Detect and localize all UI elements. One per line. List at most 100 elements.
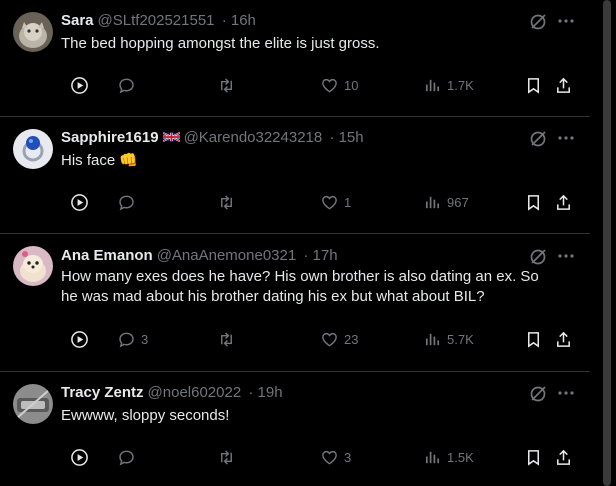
bookmark-icon	[527, 449, 540, 466]
share-button[interactable]	[554, 190, 573, 214]
tweet[interactable]: Ana Emanon @AnaAnemone0321 · 17h How many…	[0, 234, 590, 372]
avatar[interactable]	[13, 129, 53, 169]
repost-icon	[221, 331, 232, 347]
like-button[interactable]: 10	[320, 73, 358, 97]
tweet-header: Sara @SLtf202521551 · 16h	[61, 11, 256, 31]
share-icon	[557, 77, 570, 93]
share-icon	[557, 331, 570, 347]
share-icon	[557, 194, 570, 210]
view-count: 5.7K	[447, 331, 474, 347]
repost-button[interactable]	[217, 445, 241, 469]
share-icon	[557, 449, 570, 465]
action-bar: 3 1.5K	[61, 445, 581, 469]
tweet-header: Tracy Zentz @noel602022 · 19h	[61, 383, 283, 403]
bookmark-button[interactable]	[524, 327, 543, 351]
tweet-text: The bed hopping amongst the elite is jus…	[61, 35, 380, 52]
repost-button[interactable]	[217, 73, 241, 97]
bookmark-button[interactable]	[524, 445, 543, 469]
tweet-header: Sapphire1619 @Karendo32243218 · 15h	[61, 128, 364, 148]
grok-icon[interactable]	[528, 247, 548, 267]
reply-icon	[119, 78, 134, 94]
grok-icon[interactable]	[528, 129, 548, 149]
repost-icon	[221, 194, 232, 210]
like-count: 3	[344, 449, 352, 465]
action-bar: 1 967	[61, 190, 581, 214]
bookmark-icon	[527, 77, 540, 94]
display-name[interactable]: Ana Emanon	[61, 247, 153, 264]
bookmark-icon	[527, 331, 540, 348]
grok-icon[interactable]	[528, 12, 548, 32]
grok-play-button[interactable]	[70, 327, 89, 351]
repost-button[interactable]	[217, 327, 241, 351]
tweet-text: How many exes does he have? His own brot…	[61, 268, 539, 305]
display-name[interactable]: Sapphire1619	[61, 129, 159, 146]
bar-chart-icon	[425, 196, 440, 208]
tweet-text: Ewwww, sloppy seconds!	[61, 407, 230, 424]
avatar[interactable]	[13, 246, 53, 286]
grok-play-button[interactable]	[70, 445, 89, 469]
timestamp[interactable]: · 17h	[303, 247, 337, 264]
action-bar: 10 1.7K	[61, 73, 581, 97]
timestamp[interactable]: · 15h	[329, 129, 363, 146]
heart-icon	[322, 332, 337, 347]
tweet-header: Ana Emanon @AnaAnemone0321 · 17h	[61, 246, 338, 266]
more-icon[interactable]	[556, 246, 576, 266]
reply-button[interactable]: 3	[117, 327, 148, 351]
like-count: 10	[344, 77, 359, 93]
reply-icon	[119, 450, 134, 466]
like-count: 23	[344, 331, 359, 347]
user-handle[interactable]: @noel602022	[148, 384, 242, 401]
more-icon[interactable]	[556, 11, 576, 31]
like-button[interactable]: 1	[320, 190, 351, 214]
view-count: 967	[447, 194, 469, 210]
user-handle[interactable]: @Karendo32243218	[184, 129, 323, 146]
avatar[interactable]	[13, 384, 53, 424]
tweet[interactable]: Sara @SLtf202521551 · 16h The bed hopping…	[0, 0, 590, 117]
heart-icon	[322, 195, 337, 210]
scrollbar-thumb[interactable]	[603, 0, 611, 486]
grok-play-button[interactable]	[70, 190, 89, 214]
views-button[interactable]: 967	[423, 190, 469, 214]
share-button[interactable]	[554, 327, 573, 351]
repost-button[interactable]	[217, 190, 241, 214]
display-name[interactable]: Tracy Zentz	[61, 384, 144, 401]
like-button[interactable]: 3	[320, 445, 351, 469]
view-count: 1.5K	[447, 449, 474, 465]
bookmark-icon	[527, 194, 540, 211]
reply-button[interactable]	[117, 73, 141, 97]
avatar[interactable]	[13, 12, 53, 52]
bookmark-button[interactable]	[524, 190, 543, 214]
reply-button[interactable]	[117, 190, 141, 214]
views-button[interactable]: 5.7K	[423, 327, 474, 351]
bar-chart-icon	[425, 451, 440, 463]
bookmark-button[interactable]	[524, 73, 543, 97]
repost-icon	[221, 449, 232, 465]
grok-icon[interactable]	[528, 384, 548, 404]
grok-play-button[interactable]	[70, 73, 89, 97]
repost-icon	[221, 77, 232, 93]
heart-icon	[322, 450, 337, 465]
like-count: 1	[344, 194, 352, 210]
reply-icon	[119, 332, 134, 348]
reply-button[interactable]	[117, 445, 141, 469]
bar-chart-icon	[425, 333, 440, 345]
tweet[interactable]: Sapphire1619 @Karendo32243218 · 15h His …	[0, 117, 590, 234]
more-icon[interactable]	[556, 128, 576, 148]
timestamp[interactable]: · 16h	[222, 12, 256, 29]
user-handle[interactable]: @AnaAnemone0321	[157, 247, 297, 264]
display-name[interactable]: Sara	[61, 12, 94, 29]
reply-count: 3	[141, 331, 149, 347]
timestamp[interactable]: · 19h	[248, 384, 282, 401]
uk-flag-icon	[162, 131, 180, 143]
views-button[interactable]: 1.7K	[423, 73, 474, 97]
share-button[interactable]	[554, 445, 573, 469]
like-button[interactable]: 23	[320, 327, 358, 351]
user-handle[interactable]: @SLtf202521551	[98, 12, 215, 29]
more-icon[interactable]	[556, 383, 576, 403]
reply-feed: Sara @SLtf202521551 · 16h The bed hopping…	[0, 0, 590, 486]
views-button[interactable]: 1.5K	[423, 445, 474, 469]
tweet[interactable]: Tracy Zentz @noel602022 · 19h Ewwww, slop…	[0, 372, 590, 486]
share-button[interactable]	[554, 73, 573, 97]
tweet-text: His face 👊	[61, 152, 139, 169]
view-count: 1.7K	[447, 77, 474, 93]
